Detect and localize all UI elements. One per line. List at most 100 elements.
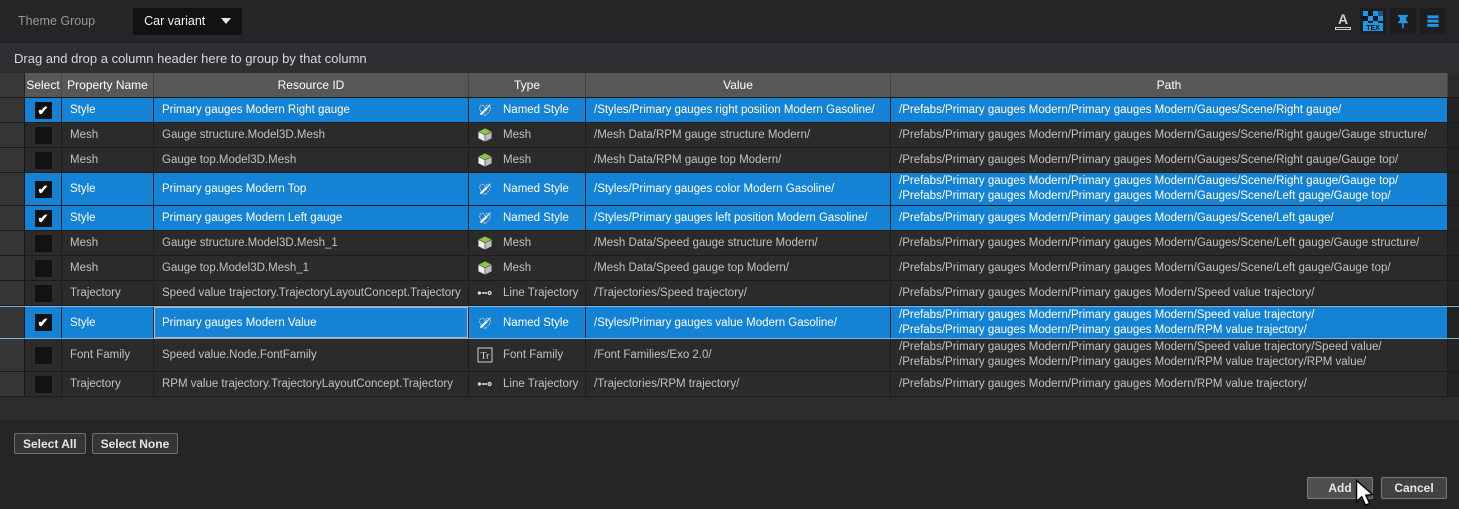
resource-id: Gauge structure.Model3D.Mesh_1 — [162, 237, 338, 249]
header-indicator-cell — [0, 73, 25, 97]
table-row[interactable]: ✔ Style Primary gauges Modern Top Named … — [0, 173, 1459, 206]
header-resource-id[interactable]: Resource ID — [154, 73, 469, 97]
resource-id-cell: Gauge structure.Model3D.Mesh_1 — [154, 231, 469, 255]
value-cell: /Mesh Data/RPM gauge top Modern/ — [586, 148, 891, 172]
type-cell: Named Style — [469, 173, 586, 205]
theme-group-dropdown[interactable]: Car variant — [133, 8, 242, 35]
header-path[interactable]: Path — [891, 73, 1448, 97]
row-indicator-cell — [0, 281, 25, 305]
property-name-cell: Trajectory — [62, 372, 154, 396]
font-icon[interactable]: A — [1330, 8, 1356, 34]
property-name-cell: Mesh — [62, 231, 154, 255]
row-checkbox[interactable]: ✔ — [35, 181, 52, 198]
value-path: /Styles/Primary gauges value Modern Gaso… — [594, 317, 837, 329]
group-by-drop-zone[interactable]: Drag and drop a column header here to gr… — [0, 42, 1459, 73]
named-style-icon — [477, 210, 493, 226]
value-path: /Trajectories/Speed trajectory/ — [594, 287, 747, 299]
select-all-button[interactable]: Select All — [14, 433, 86, 454]
row-checkbox[interactable]: ✔ — [35, 285, 52, 302]
resource-table: Select Property Name Resource ID Type Va… — [0, 73, 1459, 420]
chevron-down-icon — [221, 18, 231, 24]
property-name-cell: Mesh — [62, 256, 154, 280]
row-checkbox[interactable]: ✔ — [35, 314, 52, 331]
row-edge-strip — [1448, 256, 1459, 280]
pin-icon[interactable] — [1390, 8, 1416, 34]
header-value[interactable]: Value — [586, 73, 891, 97]
table-header-row: Select Property Name Resource ID Type Va… — [0, 73, 1459, 98]
type-cell: Mesh — [469, 148, 586, 172]
table-row[interactable]: ✔ Mesh Gauge structure.Model3D.Mesh_1 Me… — [0, 231, 1459, 256]
row-indicator-cell — [0, 206, 25, 230]
type-cell: Line Trajectory — [469, 281, 586, 305]
add-button[interactable]: Add — [1307, 477, 1373, 499]
property-name: Mesh — [70, 262, 98, 274]
resource-id-cell: RPM value trajectory.TrajectoryLayoutCon… — [154, 372, 469, 396]
value-cell: /Font Families/Exo 2.0/ — [586, 339, 891, 371]
table-row[interactable]: ✔ Mesh Gauge top.Model3D.Mesh_1 Mesh /Me… — [0, 256, 1459, 281]
header-select[interactable]: Select — [25, 73, 62, 97]
resource-id-cell: Gauge structure.Model3D.Mesh — [154, 123, 469, 147]
select-cell: ✔ — [25, 231, 62, 255]
table-row[interactable]: ✔ Style Primary gauges Modern Right gaug… — [0, 98, 1459, 123]
path-line: /Prefabs/Primary gauges Modern/Primary g… — [899, 153, 1398, 168]
table-row[interactable]: ✔ Mesh Gauge top.Model3D.Mesh Mesh /Mesh… — [0, 148, 1459, 173]
group-by-hint-text: Drag and drop a column header here to gr… — [14, 51, 367, 66]
table-row[interactable]: ✔ Style Primary gauges Modern Value Name… — [0, 306, 1459, 339]
row-indicator-cell — [0, 256, 25, 280]
cancel-button[interactable]: Cancel — [1381, 477, 1447, 499]
row-checkbox[interactable]: ✔ — [35, 127, 52, 144]
row-indicator-cell — [0, 372, 25, 396]
table-empty-area — [0, 397, 1459, 420]
path-line: /Prefabs/Primary gauges Modern/Primary g… — [899, 103, 1341, 118]
type-label: Mesh — [503, 262, 531, 274]
row-checkbox[interactable]: ✔ — [35, 376, 52, 393]
property-name: Trajectory — [70, 378, 121, 390]
row-checkbox[interactable]: ✔ — [35, 210, 52, 227]
mesh-icon — [477, 127, 493, 143]
dialog-top-bar: Theme Group Car variant A TEX — [0, 0, 1459, 42]
select-none-button[interactable]: Select None — [92, 433, 179, 454]
path-cell: /Prefabs/Primary gauges Modern/Primary g… — [891, 281, 1448, 305]
row-checkbox[interactable]: ✔ — [35, 347, 52, 364]
path-cell: /Prefabs/Primary gauges Modern/Primary g… — [891, 307, 1448, 338]
row-checkbox[interactable]: ✔ — [35, 102, 52, 119]
path-line: /Prefabs/Primary gauges Modern/Primary g… — [899, 308, 1314, 323]
table-row[interactable]: ✔ Style Primary gauges Modern Left gauge… — [0, 206, 1459, 231]
path-line: /Prefabs/Primary gauges Modern/Primary g… — [899, 189, 1391, 204]
texture-icon[interactable]: TEX — [1360, 8, 1386, 34]
select-cell: ✔ — [25, 256, 62, 280]
table-row[interactable]: ✔ Font Family Speed value.Node.FontFamil… — [0, 339, 1459, 372]
row-indicator-cell — [0, 98, 25, 122]
header-property-name[interactable]: Property Name — [62, 73, 154, 97]
value-cell: /Mesh Data/RPM gauge structure Modern/ — [586, 123, 891, 147]
row-checkbox[interactable]: ✔ — [35, 152, 52, 169]
header-type[interactable]: Type — [469, 73, 586, 97]
row-checkbox[interactable]: ✔ — [35, 260, 52, 277]
type-label: Named Style — [503, 317, 569, 329]
type-label: Mesh — [503, 129, 531, 141]
line-trajectory-icon — [477, 285, 493, 301]
row-edge-strip — [1448, 148, 1459, 172]
property-name-cell: Style — [62, 206, 154, 230]
resource-id: RPM value trajectory.TrajectoryLayoutCon… — [162, 378, 453, 390]
path-line: /Prefabs/Primary gauges Modern/Primary g… — [899, 377, 1307, 392]
resource-id: Gauge top.Model3D.Mesh_1 — [162, 262, 309, 274]
table-row[interactable]: ✔ Trajectory Speed value trajectory.Traj… — [0, 281, 1459, 306]
property-name-cell: Mesh — [62, 123, 154, 147]
list-icon[interactable] — [1420, 8, 1446, 34]
row-checkbox[interactable]: ✔ — [35, 235, 52, 252]
value-cell: /Mesh Data/Speed gauge top Modern/ — [586, 256, 891, 280]
property-name: Font Family — [70, 349, 130, 361]
resource-id: Primary gauges Modern Top — [162, 183, 306, 195]
path-cell: /Prefabs/Primary gauges Modern/Primary g… — [891, 372, 1448, 396]
table-row[interactable]: ✔ Mesh Gauge structure.Model3D.Mesh Mesh… — [0, 123, 1459, 148]
value-path: /Styles/Primary gauges color Modern Gaso… — [594, 183, 834, 195]
type-label: Font Family — [503, 349, 563, 361]
type-label: Named Style — [503, 183, 569, 195]
type-cell: Line Trajectory — [469, 372, 586, 396]
type-label: Named Style — [503, 212, 569, 224]
select-cell: ✔ — [25, 339, 62, 371]
resource-id-cell: Speed value trajectory.TrajectoryLayoutC… — [154, 281, 469, 305]
select-cell: ✔ — [25, 98, 62, 122]
table-row[interactable]: ✔ Trajectory RPM value trajectory.Trajec… — [0, 372, 1459, 397]
